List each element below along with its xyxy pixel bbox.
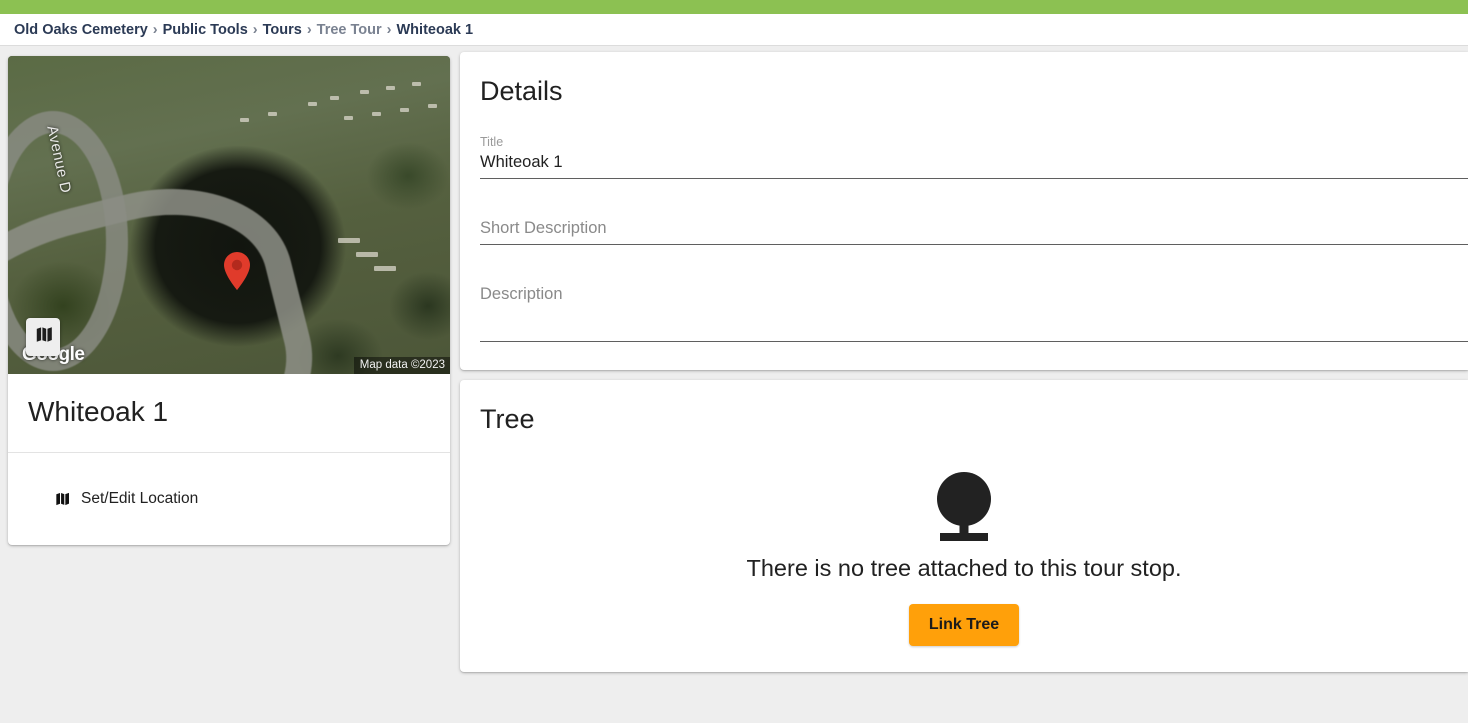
breadcrumb-separator: › <box>152 21 158 38</box>
short-description-placeholder[interactable]: Short Description <box>480 219 1468 244</box>
map-icon <box>54 491 70 507</box>
set-edit-location-label: Set/Edit Location <box>81 490 199 507</box>
description-placeholder[interactable]: Description <box>480 285 1468 341</box>
map-grave-marker <box>386 86 395 90</box>
map-layer-toggle-button[interactable] <box>26 318 60 356</box>
description-field[interactable]: Description <box>480 263 1468 342</box>
map-grave-marker <box>400 108 409 112</box>
tree-empty-message: There is no tree attached to this tour s… <box>746 555 1182 581</box>
title-field-label: Title <box>480 135 504 149</box>
page-content: Avenue D Google Map data ©2023 <box>0 46 1468 723</box>
map-grave-marker <box>372 112 381 116</box>
title-field-underline <box>480 178 1468 179</box>
details-form: Title Whiteoak 1 Short Description Descr… <box>460 117 1468 370</box>
left-column: Avenue D Google Map data ©2023 <box>0 46 460 723</box>
link-tree-button[interactable]: Link Tree <box>908 604 1020 646</box>
title-field[interactable]: Title Whiteoak 1 <box>480 117 1468 179</box>
tree-heading: Tree <box>480 404 535 434</box>
breadcrumb-separator: › <box>306 21 312 38</box>
map-attribution: Map data ©2023 <box>353 357 450 374</box>
map-icon <box>34 325 53 349</box>
map-grave-marker <box>356 252 378 257</box>
breadcrumb-separator: › <box>386 21 392 38</box>
map-grave-marker <box>412 82 421 86</box>
title-field-value[interactable]: Whiteoak 1 <box>480 153 1468 178</box>
top-accent-bar <box>0 0 1468 14</box>
map-grave-marker <box>268 112 277 116</box>
tree-empty-state: There is no tree attached to this tour s… <box>460 445 1468 664</box>
map-grave-marker <box>428 104 437 108</box>
map-pin-icon[interactable] <box>224 252 250 290</box>
details-heading: Details <box>480 76 563 106</box>
map-grave-marker <box>240 118 249 122</box>
tree-icon <box>922 471 1006 543</box>
details-panel: Details Title Whiteoak 1 Short Descripti… <box>460 52 1468 370</box>
breadcrumb-item-public-tools[interactable]: Public Tools <box>163 22 248 38</box>
map-grave-marker <box>308 102 317 106</box>
map-grave-marker <box>374 266 396 271</box>
location-map[interactable]: Avenue D Google Map data ©2023 <box>8 56 450 374</box>
breadcrumb-item-organization[interactable]: Old Oaks Cemetery <box>14 22 148 38</box>
short-description-field[interactable]: Short Description <box>480 197 1468 245</box>
map-grave-marker <box>360 90 369 94</box>
breadcrumb-item-current: Whiteoak 1 <box>396 21 474 38</box>
tree-panel: Tree There is no tree attached to this t… <box>460 380 1468 672</box>
page-title: Whiteoak 1 <box>8 374 450 453</box>
short-description-underline <box>480 244 1468 245</box>
tour-stop-card: Avenue D Google Map data ©2023 <box>8 56 450 545</box>
description-underline <box>480 341 1468 342</box>
breadcrumb-item-tree-tour[interactable]: Tree Tour <box>317 22 382 38</box>
set-edit-location-button[interactable]: Set/Edit Location <box>8 453 450 545</box>
right-column: Details Title Whiteoak 1 Short Descripti… <box>460 46 1468 723</box>
map-grave-marker <box>344 116 353 120</box>
map-grave-marker <box>338 238 360 243</box>
map-grave-marker <box>330 96 339 100</box>
breadcrumb-item-tours[interactable]: Tours <box>263 22 302 38</box>
breadcrumb: Old Oaks Cemetery › Public Tools › Tours… <box>0 14 1468 46</box>
breadcrumb-separator: › <box>252 21 258 38</box>
